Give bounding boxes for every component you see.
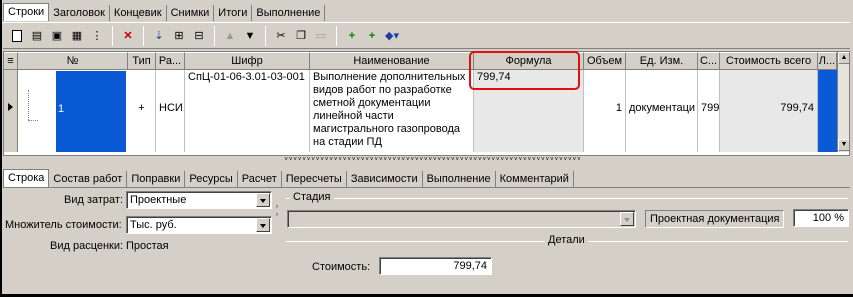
arrow-down-icon[interactable]: ▼ — [240, 26, 260, 46]
tab-totals[interactable]: Итоги — [214, 5, 253, 21]
grid-corner[interactable]: ≡ — [4, 52, 18, 70]
stage-select[interactable] — [287, 210, 636, 228]
toolbar-separator — [214, 25, 215, 46]
toolbar: ▤ ▣ ▦ ⋮ ✕ ⇣ ⊞ ⊟ ▲ ▼ ✂ ❐ ▭ + + ◆▾ — [3, 22, 850, 49]
toolbar-separator — [143, 25, 144, 46]
tab-corrections[interactable]: Поправки — [127, 171, 186, 187]
chevron-down-icon[interactable] — [256, 218, 270, 232]
stage-doc-field[interactable]: Проектная документация — [645, 210, 784, 228]
col-header-section[interactable]: Ра... — [156, 52, 185, 70]
splitter-grip: › — [276, 212, 278, 218]
tree-lines — [25, 70, 55, 152]
splitter-grip: › — [276, 204, 278, 210]
scroll-down-icon[interactable]: ▼ — [838, 139, 849, 151]
formula-highlight-box — [469, 51, 580, 90]
chevron-down-icon[interactable] — [620, 212, 634, 226]
tab-dependencies[interactable]: Зависимости — [347, 171, 423, 187]
toolbar-separator — [112, 25, 113, 46]
col-header-extra[interactable]: Л... — [818, 52, 837, 70]
window-left-edge — [0, 0, 2, 297]
tab-snapshots[interactable]: Снимки — [167, 5, 215, 21]
paste-rows-icon[interactable]: ⊟ — [189, 26, 209, 46]
cell-name[interactable]: Выполнение дополнительных видов работ по… — [310, 70, 474, 152]
cut-icon[interactable]: ✂ — [271, 26, 291, 46]
cell-total[interactable]: 799,74 — [720, 70, 818, 152]
toolbar-separator — [336, 25, 337, 46]
arrow-up-icon[interactable]: ▲ — [220, 26, 240, 46]
add-plus-icon[interactable]: + — [342, 26, 362, 46]
col-header-type[interactable]: Тип — [128, 52, 156, 70]
splitter-grip: ˅˅˅˅˅˅˅˅˅˅˅˅˅˅˅˅˅˅˅˅˅˅˅˅˅˅˅˅˅˅˅˅˅˅˅˅˅˅˅˅… — [284, 157, 582, 163]
print-icon[interactable]: ▦ — [67, 26, 87, 46]
col-header-total[interactable]: Стоимость всего — [720, 52, 818, 70]
col-header-no[interactable]: № — [18, 52, 128, 70]
col-header-unit[interactable]: Ед. Изм. — [626, 52, 698, 70]
cell-volume[interactable]: 1 — [584, 70, 626, 152]
col-header-volume[interactable]: Объем — [584, 52, 626, 70]
grid-vertical-scrollbar[interactable]: ▲ ▼ — [837, 52, 849, 152]
add-sub-icon[interactable]: + — [362, 26, 382, 46]
tab-footer[interactable]: Концевик — [110, 5, 167, 21]
cell-unit[interactable]: документаци — [626, 70, 698, 152]
scroll-up-icon[interactable]: ▲ — [838, 52, 849, 64]
cost-type-select[interactable]: Проектные — [126, 191, 272, 209]
paste-icon[interactable]: ▭ — [311, 26, 331, 46]
splitter-bar[interactable]: ˅˅˅˅˅˅˅˅˅˅˅˅˅˅˅˅˅˅˅˅˅˅˅˅˅˅˅˅˅˅˅˅˅˅˅˅˅˅˅˅… — [3, 156, 850, 164]
details-group-title: Детали — [545, 234, 588, 246]
copy-icon[interactable]: ❐ — [291, 26, 311, 46]
stage-group-line — [286, 198, 848, 199]
tab-rows[interactable]: Строки — [3, 3, 50, 21]
tab-row[interactable]: Строка — [3, 169, 50, 187]
cell-section[interactable]: НСИ — [156, 70, 185, 152]
tab-header[interactable]: Заголовок — [49, 5, 110, 21]
row-indicator[interactable] — [4, 70, 18, 152]
fill-dropdown-icon[interactable]: ◆▾ — [382, 26, 402, 46]
copy-rows-icon[interactable]: ⊞ — [169, 26, 189, 46]
cell-type[interactable]: + — [128, 70, 156, 152]
tab-execution[interactable]: Выполнение — [252, 5, 326, 21]
new-doc-icon[interactable] — [7, 26, 27, 46]
top-tab-bar: Строки Заголовок Концевик Снимки Итоги В… — [3, 3, 326, 21]
multiplier-value: Тыс. руб. — [130, 219, 177, 231]
col-header-cost[interactable]: С... — [698, 52, 720, 70]
col-header-name[interactable]: Наименование — [310, 52, 474, 70]
tab-calculation[interactable]: Расчет — [238, 171, 282, 187]
col-header-code[interactable]: Шифр — [185, 52, 310, 70]
window: Строки Заголовок Концевик Снимки Итоги В… — [0, 0, 853, 297]
tab-execution-details[interactable]: Выполнение — [423, 171, 496, 187]
cost-type-value: Проектные — [130, 194, 187, 206]
details-tab-bar: Строка Состав работ Поправки Ресурсы Рас… — [3, 169, 574, 187]
cell-extra[interactable] — [818, 70, 837, 152]
tab-comment[interactable]: Комментарий — [496, 171, 574, 187]
tab-resources[interactable]: Ресурсы — [185, 171, 238, 187]
tab-panel-border — [3, 187, 850, 188]
chevron-down-icon[interactable] — [256, 193, 270, 207]
cost-label: Стоимость: — [312, 261, 371, 273]
stage-percent-field[interactable]: 100 % — [793, 209, 849, 227]
pricing-type-label: Вид расценки: — [50, 240, 124, 252]
delete-icon[interactable]: ✕ — [118, 26, 138, 46]
tree-icon[interactable]: ⋮ — [87, 26, 107, 46]
tab-recalculations[interactable]: Пересчеты — [282, 171, 347, 187]
multiplier-label: Множитель стоимости: — [5, 219, 122, 231]
import-icon[interactable]: ⇣ — [149, 26, 169, 46]
toolbar-separator — [265, 25, 266, 46]
stage-group-title: Стадия — [290, 191, 334, 203]
pricing-type-value: Простая — [126, 240, 169, 252]
book-icon[interactable]: ▤ — [27, 26, 47, 46]
multiplier-select[interactable]: Тыс. руб. — [126, 216, 272, 234]
cell-no[interactable]: 1 — [56, 71, 126, 152]
cell-cost[interactable]: 799 — [698, 70, 720, 152]
cell-code[interactable]: СпЦ-01-06-3.01-03-001 — [185, 70, 310, 152]
tab-work-composition[interactable]: Состав работ — [49, 171, 128, 187]
cost-type-label: Вид затрат: — [64, 194, 124, 206]
vertical-splitter[interactable]: › › — [275, 190, 283, 290]
rows-grid[interactable]: ≡ № Тип Ра... Шифр Наименование Формула … — [3, 51, 850, 156]
save-icon[interactable]: ▣ — [47, 26, 67, 46]
cost-field[interactable]: 799,74 — [379, 257, 492, 275]
